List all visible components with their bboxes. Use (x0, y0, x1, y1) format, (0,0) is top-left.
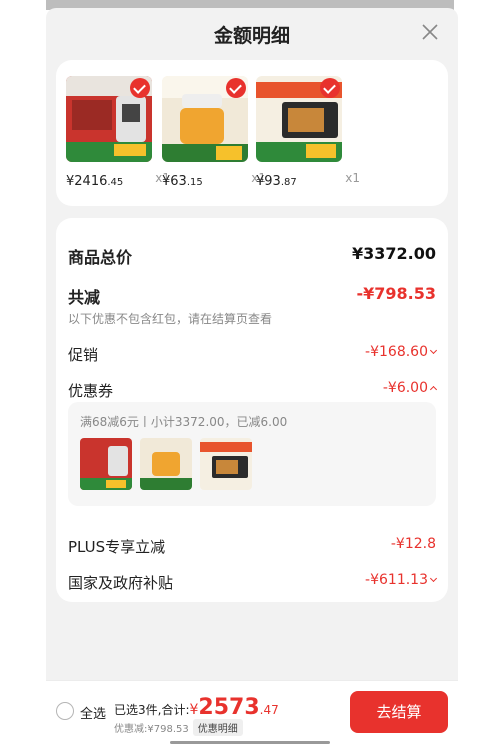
product-price: ¥2416.45 (66, 174, 124, 189)
product-qty: x1 (345, 171, 360, 185)
product-image (66, 76, 152, 162)
coupon-product-image (200, 438, 252, 490)
cart-total: ¥2573.47 (189, 695, 279, 720)
chevron-down-icon (429, 346, 438, 355)
subsidy-label: 国家及政府补贴 (68, 574, 174, 592)
total-reduce-row: 共减 -¥798.53 (68, 284, 436, 307)
product-price: ¥63.15 (162, 174, 203, 189)
selected-count-text: 已选3件,合计: (114, 703, 190, 717)
promo-label: 促销 (68, 346, 99, 364)
product-image (256, 76, 342, 162)
selection-summary: 已选3件,合计:¥2573.47 (114, 695, 279, 720)
coupon-label: 优惠券 (68, 382, 114, 400)
product-item[interactable]: ¥2416.45 x1 (66, 76, 170, 190)
selected-check-icon (320, 78, 340, 98)
coupon-product-image (140, 438, 192, 490)
product-item[interactable]: ¥93.87 x1 (256, 76, 360, 190)
coupon-product-image (80, 438, 132, 490)
coupon-value: -¥6.00 (383, 380, 438, 396)
backdrop-right (454, 0, 500, 744)
discount-line: 优惠减:¥798.53 优惠明细 (114, 719, 243, 736)
select-all-label[interactable]: 全选 (80, 703, 106, 722)
backdrop-left (0, 0, 46, 744)
sheet-header: 金额明细 (46, 8, 458, 56)
promo-row[interactable]: 促销 -¥168.60 (68, 344, 438, 366)
chevron-down-icon (429, 574, 438, 583)
product-item[interactable]: ¥63.15 x1 (162, 76, 266, 190)
product-price: ¥93.87 (256, 174, 297, 189)
product-image (162, 76, 248, 162)
checkout-bar: 全选 已选3件,合计:¥2573.47 优惠减:¥798.53 优惠明细 去结算 (46, 680, 458, 744)
selected-check-icon (130, 78, 150, 98)
subsidy-row[interactable]: 国家及政府补贴 -¥611.13 (68, 572, 438, 594)
amount-detail-sheet: 金额明细 ¥2416.45 x1 ¥63.15 x1 ¥93.87 x1 商品总… (46, 8, 458, 744)
total-reduce-value: -¥798.53 (356, 284, 436, 303)
sheet-title: 金额明细 (213, 25, 290, 47)
plus-label: PLUS专享立减 (68, 538, 166, 556)
checkout-button[interactable]: 去结算 (350, 691, 448, 733)
reduce-note: 以下优惠不包含红包，请在结算页查看 (68, 312, 273, 326)
chevron-up-icon (429, 385, 438, 394)
discount-text: 优惠减:¥798.53 (114, 724, 189, 735)
promo-value: -¥168.60 (365, 344, 438, 360)
subsidy-value: -¥611.13 (365, 572, 438, 588)
selected-check-icon (226, 78, 246, 98)
plus-row: PLUS专享立减 -¥12.8 (68, 536, 436, 558)
close-icon[interactable] (420, 22, 440, 42)
goods-total-value: ¥3372.00 (351, 244, 436, 263)
goods-total-row: 商品总价 ¥3372.00 (68, 244, 436, 267)
goods-total-label: 商品总价 (68, 248, 133, 267)
coupon-detail-box: 满68减6元丨小计3372.00，已减6.00 (68, 402, 436, 506)
coupon-detail-text: 满68减6元丨小计3372.00，已减6.00 (80, 415, 288, 429)
select-all-radio[interactable] (56, 702, 74, 720)
price-details-card: 商品总价 ¥3372.00 共减 -¥798.53 以下优惠不包含红包，请在结算… (56, 218, 448, 602)
product-list-card: ¥2416.45 x1 ¥63.15 x1 ¥93.87 x1 (56, 60, 448, 206)
total-reduce-label: 共减 (68, 288, 101, 307)
coupon-row[interactable]: 优惠券 -¥6.00 (68, 380, 438, 402)
discount-detail-tag[interactable]: 优惠明细 (192, 719, 243, 736)
plus-value: -¥12.8 (390, 536, 436, 552)
